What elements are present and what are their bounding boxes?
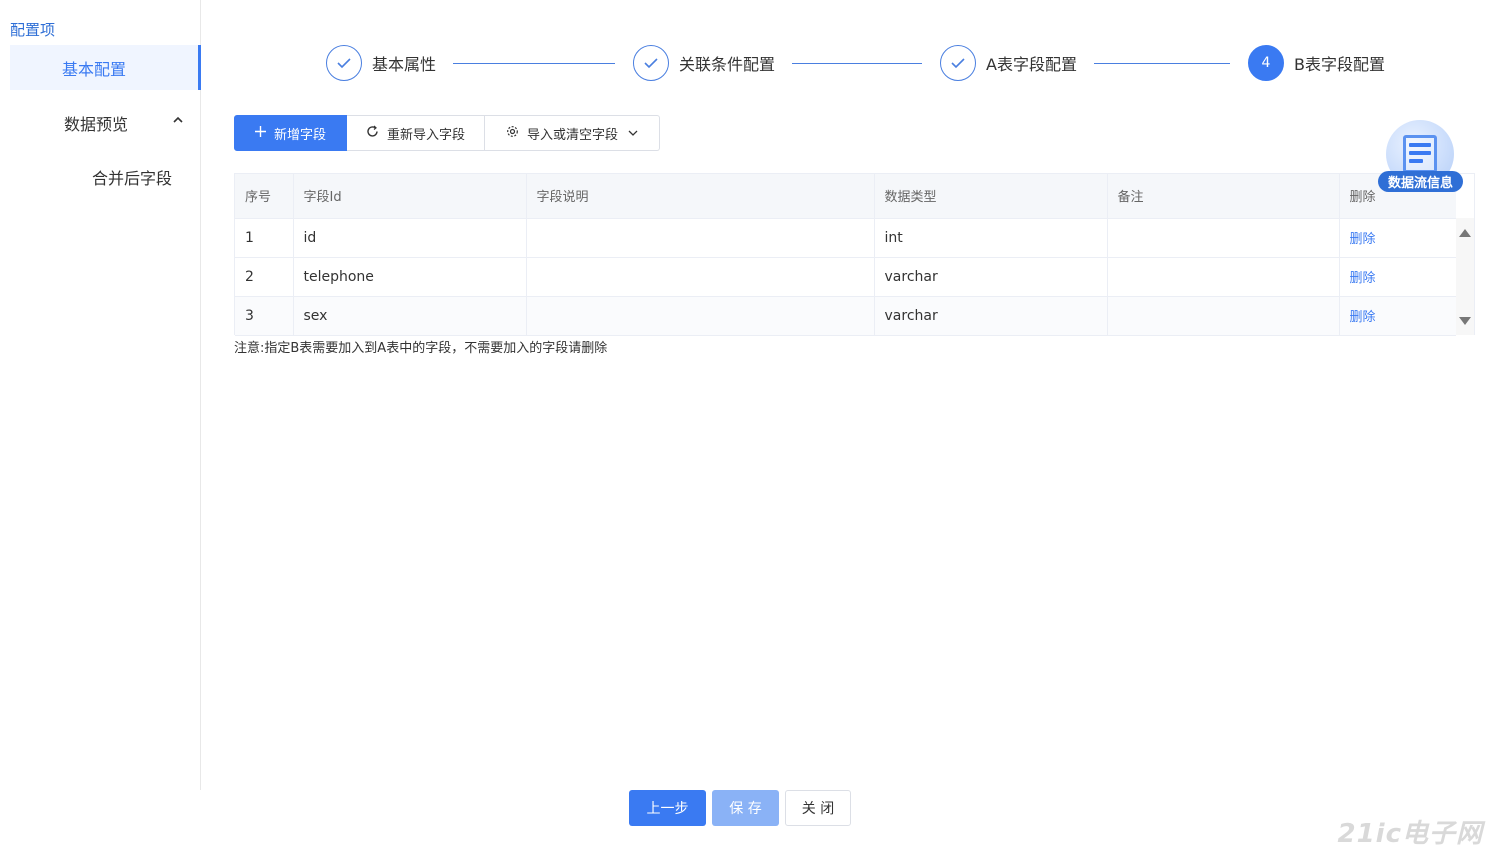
data-flow-info-widget[interactable]: 数据流信息: [1378, 120, 1464, 194]
chevron-up-icon: [173, 113, 183, 127]
scroll-up-arrow-icon[interactable]: [1459, 229, 1471, 237]
fields-table: 序号 字段Id 字段说明 数据类型 备注 删除 1 id int 删除 2 te…: [234, 173, 1475, 336]
cell-data-type[interactable]: varchar: [874, 257, 1108, 297]
cell-description[interactable]: [526, 218, 875, 258]
check-icon: [940, 45, 976, 81]
data-flow-info-label: 数据流信息: [1378, 171, 1463, 192]
sidebar: 配置项 基本配置 数据预览 合并后字段: [0, 0, 201, 790]
cell-remark[interactable]: [1107, 296, 1340, 336]
import-or-clear-dropdown[interactable]: 导入或清空字段: [485, 115, 660, 151]
sidebar-item-basic-config[interactable]: 基本配置: [10, 45, 201, 90]
cell-index: 2: [235, 257, 294, 297]
step-connector: [792, 63, 922, 64]
cell-data-type[interactable]: int: [874, 218, 1108, 258]
step-join-conditions[interactable]: 关联条件配置: [633, 45, 775, 81]
step-label: 关联条件配置: [679, 55, 776, 74]
step-label: B表字段配置: [1294, 55, 1385, 74]
step-a-table-fields[interactable]: A表字段配置: [940, 45, 1077, 81]
cell-remark[interactable]: [1107, 257, 1340, 297]
delete-row-link[interactable]: 删除: [1339, 296, 1456, 336]
sidebar-item-merged-fields[interactable]: 合并后字段: [10, 154, 201, 199]
column-header-data-type: 数据类型: [874, 174, 1108, 219]
save-button[interactable]: 保 存: [712, 790, 779, 826]
step-b-table-fields[interactable]: 4 B表字段配置: [1248, 45, 1385, 81]
previous-step-button[interactable]: 上一步: [629, 790, 706, 826]
step-basic-attributes[interactable]: 基本属性: [326, 45, 436, 81]
cell-data-type[interactable]: varchar: [874, 296, 1108, 336]
column-header-description: 字段说明: [526, 174, 875, 219]
cell-description[interactable]: [526, 257, 875, 297]
cell-field-id[interactable]: telephone: [293, 257, 527, 297]
close-button[interactable]: 关 闭: [785, 790, 851, 826]
cell-remark[interactable]: [1107, 218, 1340, 258]
delete-row-link[interactable]: 删除: [1339, 257, 1456, 297]
sidebar-item-label: 数据预览: [64, 114, 129, 134]
plus-icon: [254, 125, 266, 141]
cell-field-id[interactable]: id: [293, 218, 527, 258]
add-field-button[interactable]: 新增字段: [234, 115, 347, 151]
sidebar-item-data-preview[interactable]: 数据预览: [10, 100, 201, 145]
table-scrollbar[interactable]: [1456, 218, 1474, 335]
step-label: 基本属性: [372, 55, 437, 74]
refresh-icon: [366, 125, 379, 142]
column-header-index: 序号: [235, 174, 294, 219]
table-row: 3 sex varchar 删除: [235, 296, 1456, 336]
toolbar: 新增字段 重新导入字段 导入或清空字段: [234, 115, 660, 151]
check-icon: [326, 45, 362, 81]
table-header-row: 序号 字段Id 字段说明 数据类型 备注 删除: [235, 174, 1456, 219]
import-or-clear-label: 导入或清空字段: [526, 127, 618, 143]
sidebar-item-label: 基本配置: [61, 59, 126, 79]
step-number: 4: [1248, 45, 1284, 81]
hint-note: 注意:指定B表需要加入到A表中的字段，不需要加入的字段请删除: [234, 341, 608, 356]
add-field-label: 新增字段: [273, 127, 326, 143]
sidebar-item-label: 合并后字段: [92, 168, 173, 188]
watermark-logo: 21ic电子网: [1337, 819, 1483, 849]
step-connector: [1094, 63, 1230, 64]
cell-index: 3: [235, 296, 294, 336]
check-icon: [633, 45, 669, 81]
footer-actions: 上一步 保 存 关 闭: [629, 790, 857, 826]
step-indicator: 基本属性 关联条件配置 A表字段配置 4 B表字段配置: [326, 45, 1406, 81]
reimport-fields-button[interactable]: 重新导入字段: [347, 115, 485, 151]
scroll-down-arrow-icon[interactable]: [1459, 317, 1471, 325]
table-row: 2 telephone varchar 删除: [235, 257, 1456, 297]
column-header-field-id: 字段Id: [293, 174, 527, 219]
column-header-remark: 备注: [1107, 174, 1340, 219]
gear-icon: [506, 125, 519, 142]
table-row: 1 id int 删除: [235, 218, 1456, 258]
cell-description[interactable]: [526, 296, 875, 336]
cell-index: 1: [235, 218, 294, 258]
cell-field-id[interactable]: sex: [293, 296, 527, 336]
step-label: A表字段配置: [986, 55, 1077, 74]
page-root: 配置项 基本配置 数据预览 合并后字段 基本属性 关联条件配置 A表字段配置 4…: [0, 0, 1493, 856]
sidebar-heading: 配置项: [10, 21, 56, 39]
chevron-down-icon: [628, 127, 638, 140]
delete-row-link[interactable]: 删除: [1339, 218, 1456, 258]
reimport-fields-label: 重新导入字段: [386, 127, 465, 143]
step-connector: [453, 63, 615, 64]
